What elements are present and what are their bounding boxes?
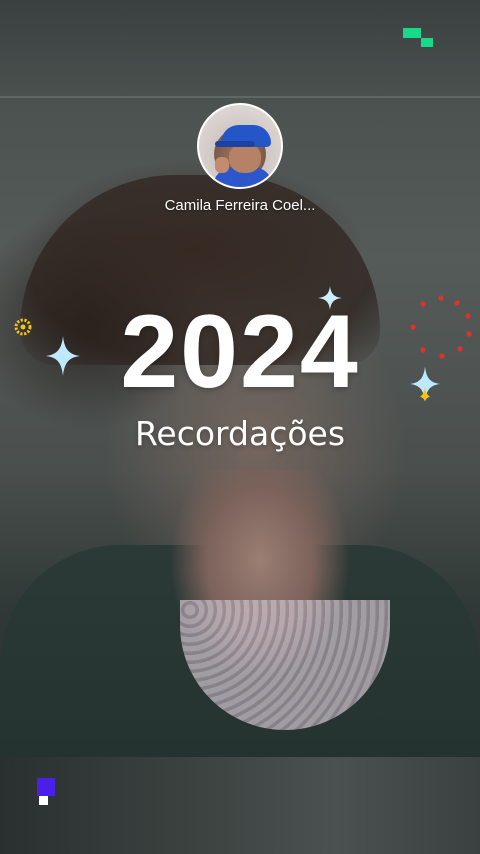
recap-subtitle: Recordações — [134, 414, 346, 453]
bottom-mark-icon — [37, 778, 57, 808]
year-title: 2024 — [120, 294, 360, 410]
photo-bottom-strip — [0, 757, 480, 854]
ring-dots-icon — [410, 295, 472, 359]
photo-ceiling-line — [0, 96, 480, 98]
sparkle-icon — [46, 336, 80, 376]
brand-mark-icon — [403, 28, 433, 48]
avatar[interactable] — [197, 103, 283, 189]
user-name[interactable]: Camila Ferreira Coel... — [120, 197, 360, 214]
ring-dots-icon — [14, 318, 32, 336]
sparkle-icon — [410, 366, 440, 402]
story-screen[interactable]: Camila Ferreira Coel... 2024 Recordações — [0, 0, 480, 854]
